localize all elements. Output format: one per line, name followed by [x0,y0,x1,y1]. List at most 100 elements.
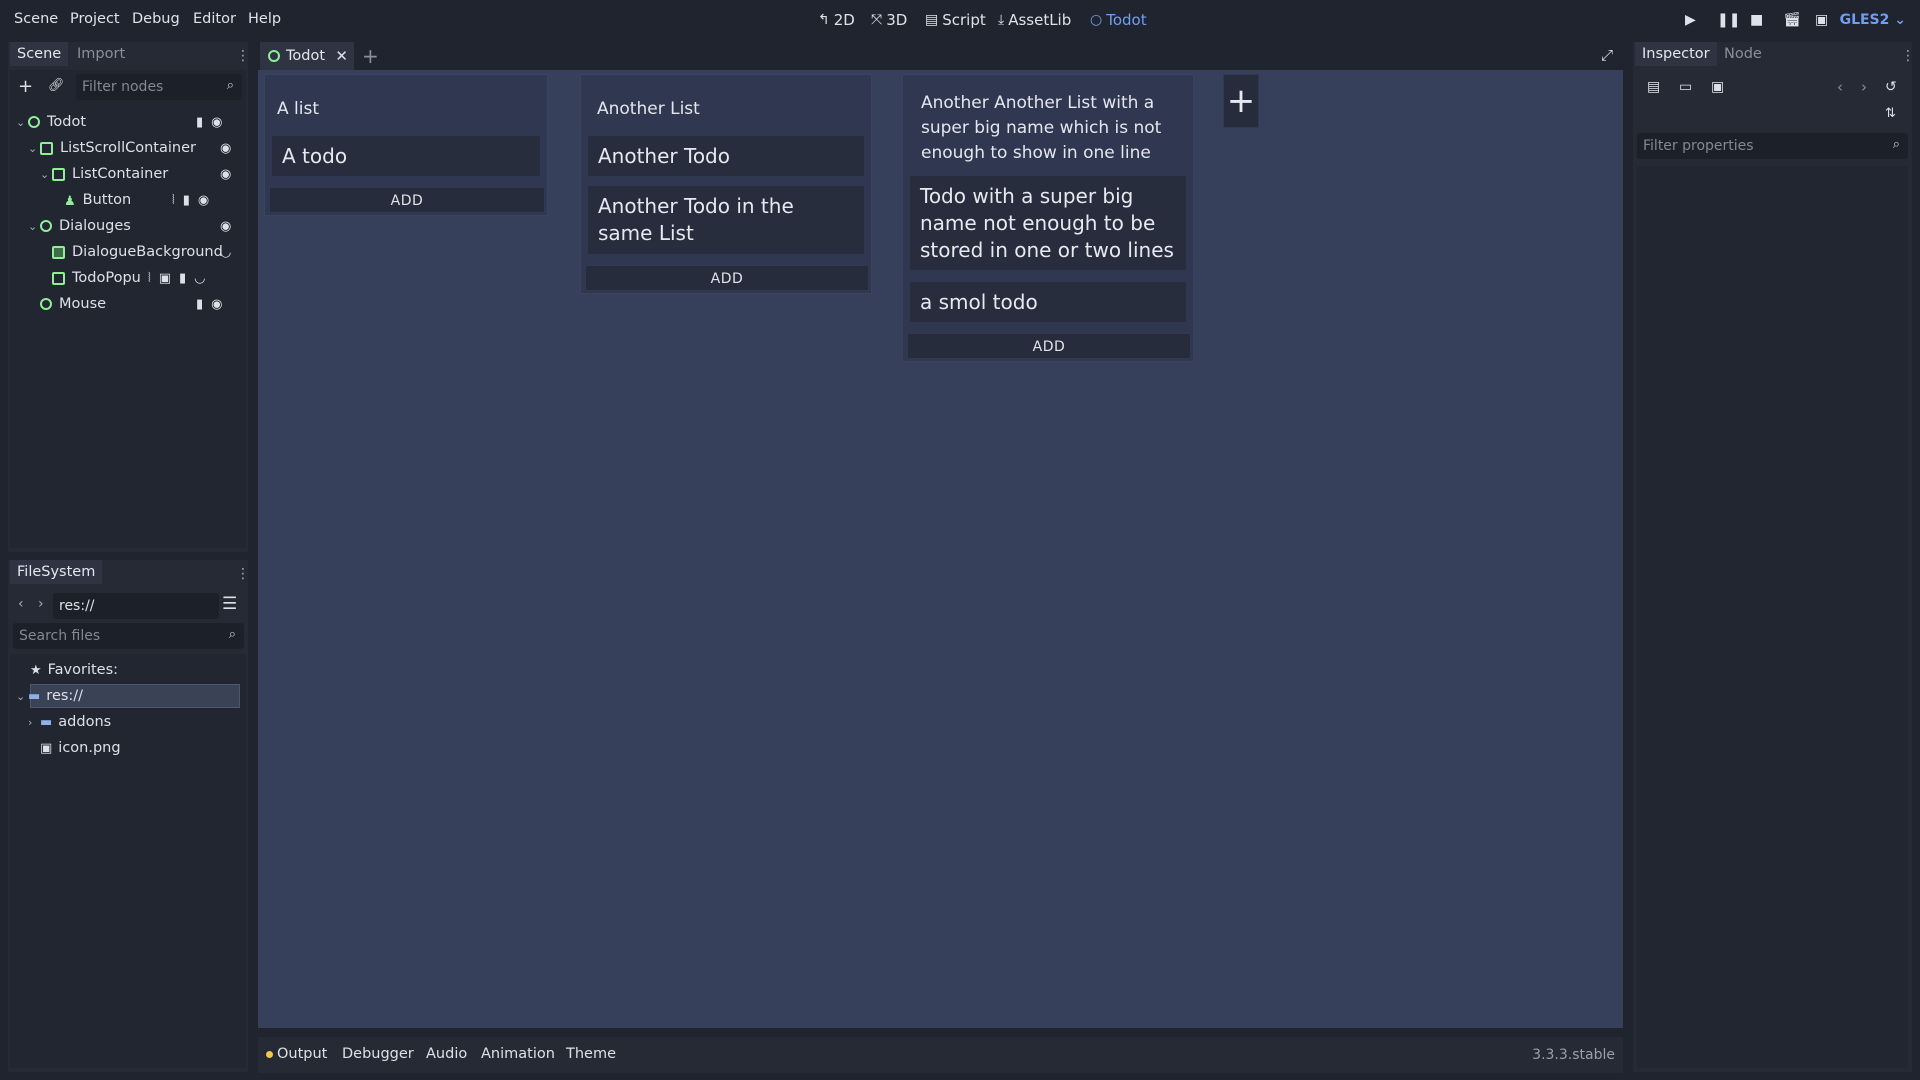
kebab-menu-icon[interactable]: ⋮ [1901,48,1915,64]
kebab-menu-icon[interactable]: ⋮ [236,48,250,64]
visibility-eye-icon[interactable]: ◉ [198,193,209,208]
todo-list-card: Another List Another Todo Another Todo i… [580,74,872,294]
signal-icon[interactable]: ⦚ [172,193,175,208]
add-node-icon[interactable]: + [18,76,33,97]
mode-script-button[interactable]: ▤ Script [925,11,986,29]
todo-item[interactable]: Another Todo [587,135,865,177]
fullscreen-icon[interactable]: ⤢ [1601,46,1613,64]
stop-icon[interactable]: ■ [1750,12,1763,28]
save-icon[interactable]: ▣ [1711,79,1724,95]
chevron-left-icon[interactable]: ‹ [1837,78,1843,96]
icon-png-row[interactable]: ▣ icon.png [40,736,121,760]
tab-animation[interactable]: Animation [481,1046,555,1062]
play-custom-scene-icon[interactable]: ▣ [1815,12,1828,28]
top-menu-bar: Scene Project Debug Editor Help ↰ 2D ⤧ 3D … [0,0,1920,42]
path-field[interactable]: res:// [53,593,219,619]
visibility-eye-icon[interactable]: ◉ [211,115,222,130]
menu-project[interactable]: Project [70,11,120,27]
visibility-eye-icon[interactable]: ◉ [211,297,222,312]
signal-icon[interactable]: ⦚ [148,271,151,286]
play-scene-icon[interactable]: 🎬︎ [1783,12,1801,28]
chevron-right-icon: › [28,715,33,729]
split-view-icon[interactable]: ☰ [222,594,237,614]
list-title[interactable]: A list [277,97,537,122]
tree-row-listscrollcontainer[interactable]: ⌄ ListScrollContainer [28,136,196,160]
tree-row-mouse[interactable]: Mouse [40,292,106,316]
tab-import[interactable]: Import [70,42,132,66]
list-title[interactable]: Another Another List with a super big na… [921,91,1181,166]
hidden-eye-icon[interactable]: ◡ [194,271,205,286]
add-todo-button[interactable]: ADD [269,187,545,213]
chevron-right-icon[interactable]: › [38,596,44,612]
filter-nodes-input[interactable]: Filter nodes ⌕ [76,74,242,100]
filter-properties-input[interactable]: Filter properties ⌕ [1637,133,1908,159]
chevron-down-icon: ⌄ [16,115,26,129]
chevron-left-icon[interactable]: ‹ [18,596,24,612]
chevron-right-icon[interactable]: › [1861,78,1867,96]
favorites-row[interactable]: ★ Favorites: [30,658,118,682]
tab-theme[interactable]: Theme [566,1046,616,1062]
tab-filesystem[interactable]: FileSystem [10,560,103,584]
search-icon: ⌕ [226,78,234,93]
todo-item[interactable]: Another Todo in the same List [587,185,865,255]
todo-item[interactable]: A todo [271,135,541,177]
renderer-selector[interactable]: GLES2 ⌄ [1840,12,1906,28]
tree-row-button[interactable]: ♟ Button [64,188,131,212]
tab-debugger[interactable]: Debugger [342,1046,414,1062]
search-icon: ⌕ [1892,137,1900,152]
hidden-eye-icon[interactable]: ◡ [220,245,231,260]
tree-row-dialoguebackground[interactable]: DialogueBackground [52,240,223,264]
menu-help[interactable]: Help [248,11,281,27]
open-folder-icon[interactable]: ▭ [1679,79,1692,95]
assetlib-icon: ⤓ [998,12,1005,28]
tab-inspector[interactable]: Inspector [1635,42,1717,66]
script-icon[interactable]: ▮ [196,297,203,312]
play-icon[interactable]: ▶ [1685,12,1696,28]
tab-todot-scene[interactable]: Todot ✕ [260,42,354,70]
chevron-down-icon: ⌄ [28,141,38,155]
new-scene-tab-icon[interactable]: + [362,44,379,68]
visibility-eye-icon[interactable]: ◉ [220,141,231,156]
script-icon[interactable]: ▮ [196,115,203,130]
list-title[interactable]: Another List [597,97,857,122]
button-icon: ♟ [64,193,76,209]
todo-list-card: Another Another List with a super big na… [902,74,1194,362]
script-icon[interactable]: ▮ [183,193,190,208]
scene-instance-icon[interactable]: ▣ [159,271,171,286]
res-root-row[interactable]: ⌄ ▬ res:// [16,684,83,708]
link-icon[interactable]: 🔗︎ [48,78,65,93]
visibility-eye-icon[interactable]: ◉ [220,219,231,234]
mode-assetlib-button[interactable]: ⤓ AssetLib [998,11,1071,29]
add-todo-button[interactable]: ADD [907,333,1191,359]
todo-item[interactable]: a smol todo [909,281,1187,323]
add-todo-button[interactable]: ADD [585,265,869,291]
menu-scene[interactable]: Scene [14,11,58,27]
close-icon[interactable]: ✕ [335,47,348,65]
tab-output[interactable]: Output [277,1046,327,1062]
visibility-eye-icon[interactable]: ◉ [220,167,231,182]
pause-icon[interactable]: ❚❚ [1717,12,1740,28]
tree-row-listcontainer[interactable]: ⌄ ListContainer [40,162,168,186]
menu-debug[interactable]: Debug [132,11,180,27]
addons-folder-row[interactable]: › ▬ addons [28,710,111,734]
kebab-menu-icon[interactable]: ⋮ [236,566,250,582]
search-files-input[interactable]: Search files ⌕ [13,623,244,649]
tab-scene[interactable]: Scene [10,42,69,66]
mode-todot-button[interactable]: ○ Todot [1090,11,1147,29]
add-list-button[interactable]: + [1223,74,1259,128]
tree-row-todopopu[interactable]: TodoPopu [52,266,141,290]
tab-audio[interactable]: Audio [426,1046,467,1062]
tab-node[interactable]: Node [1717,42,1769,66]
tree-row-todot[interactable]: ⌄ Todot [16,110,86,134]
history-icon[interactable]: ↺ [1885,79,1897,95]
tree-row-dialouges[interactable]: ⌄ Dialouges [28,214,131,238]
script-icon[interactable]: ▮ [179,271,186,286]
menu-editor[interactable]: Editor [193,11,236,27]
bottom-panel-tabs: Output Debugger Audio Animation Theme 3.… [258,1037,1623,1073]
mode-3d-button[interactable]: ⤧ 3D [871,11,907,29]
object-properties-icon[interactable]: ⇅ [1885,106,1896,121]
new-resource-icon[interactable]: ▤ [1647,79,1660,95]
control-node-icon [40,298,52,310]
mode-2d-button[interactable]: ↰ 2D [818,11,855,29]
todo-item[interactable]: Todo with a super big name not enough to… [909,175,1187,271]
